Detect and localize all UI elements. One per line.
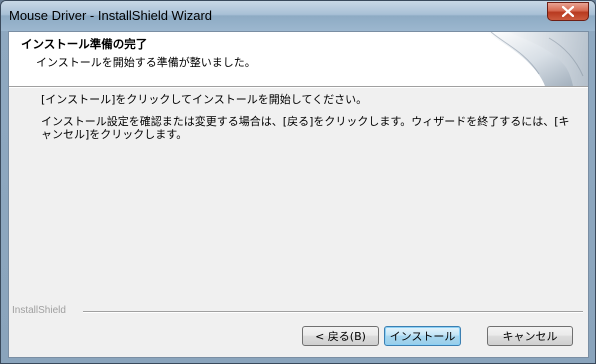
header-subtitle: インストールを開始する準備が整いました。 (36, 56, 256, 69)
installshield-banner-art (479, 32, 588, 86)
header-title: インストール準備の完了 (21, 37, 148, 51)
cancel-button[interactable]: キャンセル (487, 326, 573, 346)
close-button[interactable] (547, 2, 589, 21)
footer-divider (83, 311, 583, 313)
back-button[interactable]: < 戻る(B) (302, 326, 379, 346)
installer-window: Mouse Driver - InstallShield Wizard インスト… (0, 0, 596, 364)
wizard-header: インストール準備の完了 インストールを開始する準備が整いました。 (9, 32, 588, 86)
header-divider (9, 86, 588, 88)
instruction-text-2: インストール設定を確認または変更する場合は、[戻る]をクリックします。ウィザード… (41, 115, 570, 141)
dialog-client-area: インストール準備の完了 インストールを開始する準備が整いました。 [インストール… (8, 31, 589, 358)
install-button[interactable]: インストール (384, 326, 461, 346)
window-title: Mouse Driver - InstallShield Wizard (9, 8, 213, 23)
installshield-brand-label: InstallShield (12, 305, 66, 316)
title-bar[interactable]: Mouse Driver - InstallShield Wizard (1, 1, 595, 31)
close-icon (562, 6, 574, 17)
instruction-text-1: [インストール]をクリックしてインストールを開始してください。 (41, 93, 368, 106)
